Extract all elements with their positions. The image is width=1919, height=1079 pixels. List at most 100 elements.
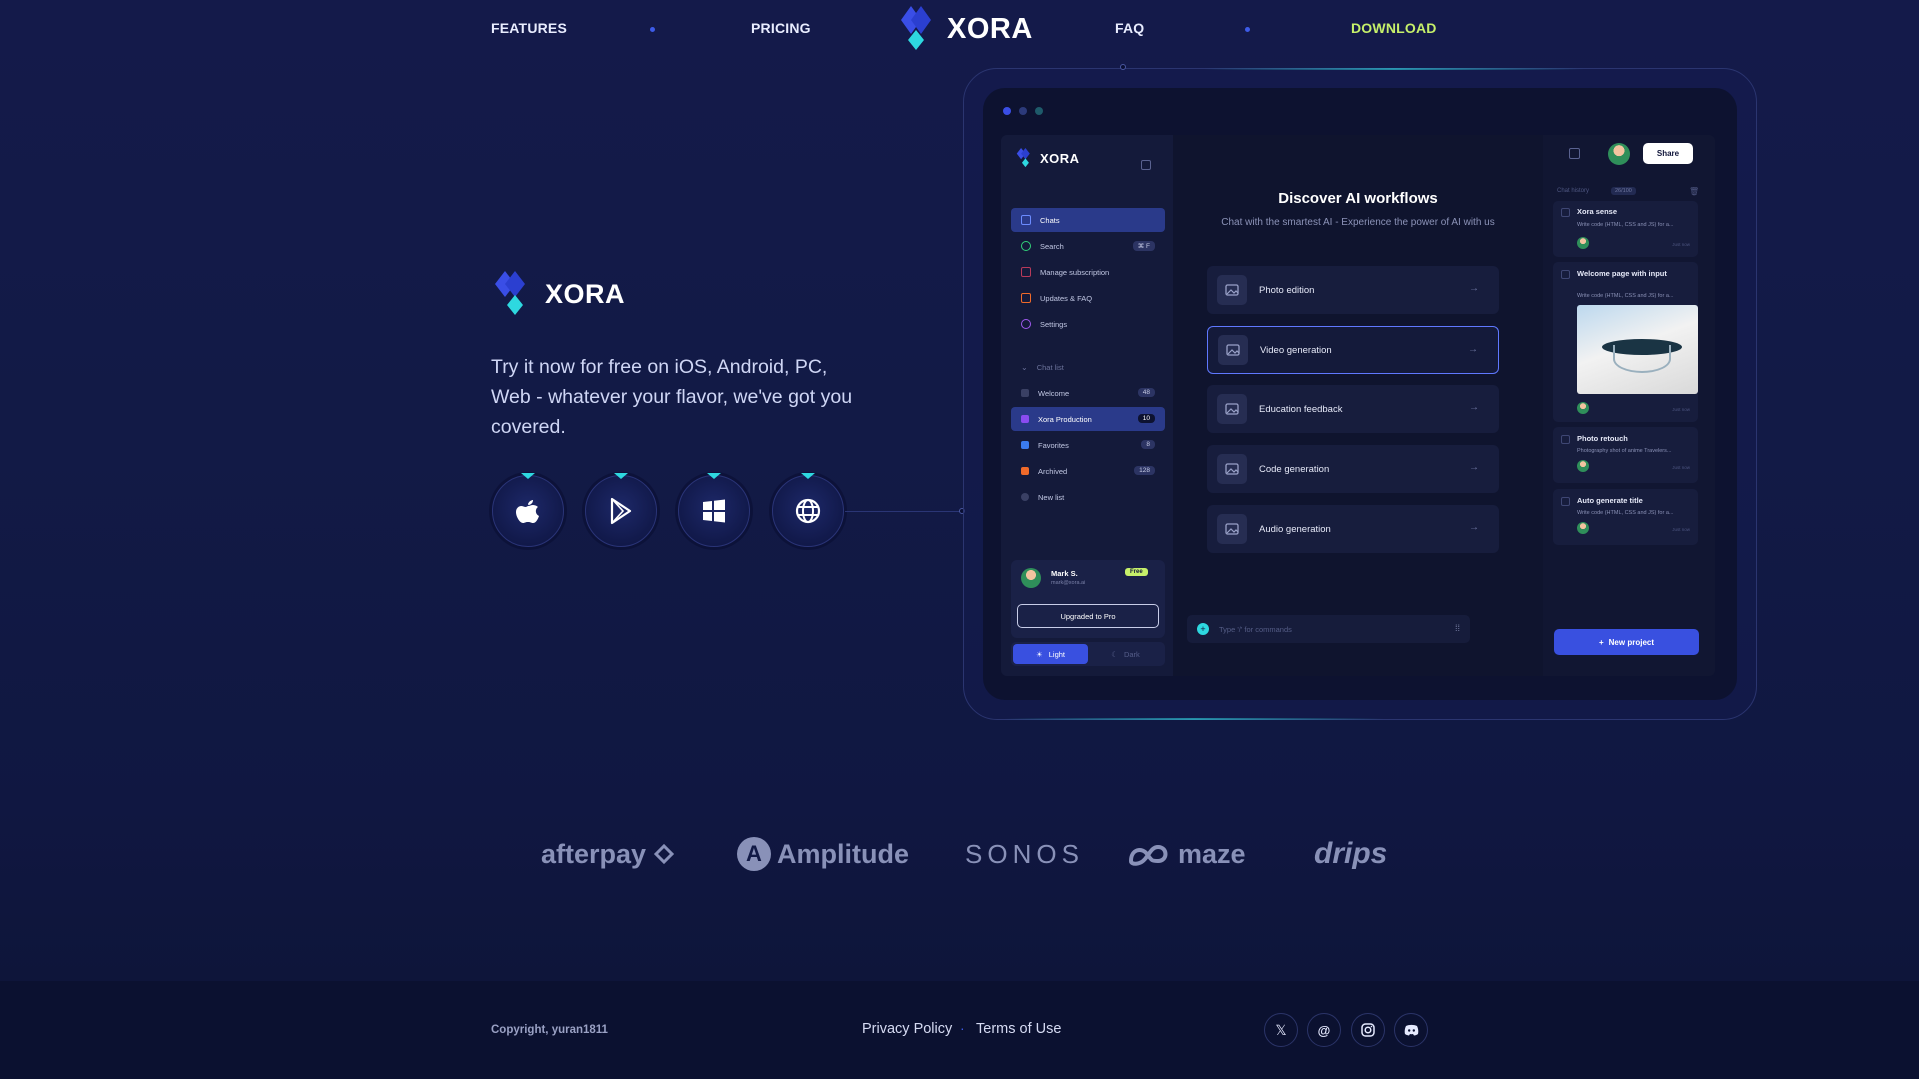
workflow-label: Audio generation [1259, 523, 1331, 535]
app-sidebar: XORA Chats Search ⌘ F Manage subscriptio… [1001, 135, 1173, 676]
checkbox[interactable] [1561, 208, 1570, 217]
hero-brand-text: XORA [545, 278, 626, 309]
history-title: Auto generate title [1577, 496, 1643, 505]
history-item[interactable]: Welcome page with input Write code (HTML… [1553, 262, 1698, 422]
window-dot [1003, 107, 1011, 115]
google-play-icon [610, 497, 632, 525]
app-brand-text: XORA [1040, 150, 1080, 166]
chat-count-badge: 128 [1134, 466, 1155, 475]
search-shortcut: ⌘ F [1132, 241, 1155, 251]
sidebar-item-label: Settings [1040, 319, 1068, 329]
workflow-photo-edition[interactable]: Photo edition → [1207, 266, 1499, 314]
nav-download[interactable]: DOWNLOAD [1351, 20, 1437, 36]
trash-icon[interactable]: 🗑 [1689, 187, 1699, 196]
new-project-button[interactable]: + New project [1554, 629, 1699, 655]
plus-icon[interactable]: + [1197, 623, 1209, 635]
threads-icon: @ [1317, 1022, 1331, 1038]
sidebar-item-chats[interactable]: Chats [1011, 208, 1165, 232]
history-item[interactable]: Xora sense Write code (HTML, CSS and JS)… [1553, 201, 1698, 257]
share-button[interactable]: Share [1643, 143, 1693, 164]
chat-list-new[interactable]: New list [1011, 485, 1165, 509]
nav-features[interactable]: FEATURES [491, 20, 567, 36]
workflow-video-generation[interactable]: Video generation → [1207, 326, 1499, 374]
checkbox[interactable] [1561, 497, 1570, 506]
windows-store-button[interactable] [678, 473, 750, 547]
plus-icon: + [1598, 637, 1604, 647]
plus-icon [1021, 493, 1029, 501]
chat-list-item[interactable]: Archived 128 [1011, 459, 1165, 483]
sidebar-item-updates[interactable]: Updates & FAQ [1011, 286, 1165, 310]
checkbox[interactable] [1561, 435, 1570, 444]
avatar [1577, 402, 1589, 414]
chat-count-badge: 48 [1137, 388, 1155, 397]
afterpay-icon [653, 843, 675, 865]
sidebar-item-label: Search [1040, 241, 1064, 251]
command-input[interactable]: + Type '/' for commands ⁞⁞ [1187, 615, 1470, 643]
sidebar-item-label: Chats [1040, 215, 1060, 225]
history-title: Xora sense [1577, 207, 1618, 216]
nav-divider-dot [650, 27, 655, 32]
chat-list-label: Welcome [1038, 388, 1070, 398]
app-logo: XORA [1015, 148, 1080, 168]
nav-pricing[interactable]: PRICING [751, 20, 811, 36]
app-store-button[interactable] [492, 473, 564, 547]
instagram-social-button[interactable] [1351, 1013, 1385, 1047]
timestamp: Just now [1672, 242, 1690, 247]
history-item[interactable]: Auto generate title Write code (HTML, CS… [1553, 489, 1698, 545]
web-app-button[interactable] [772, 473, 844, 547]
partner-name: SONOS [965, 838, 1084, 869]
checkbox[interactable] [1561, 270, 1570, 279]
partner-logo-sonos: SONOS [965, 836, 1084, 872]
sidebar-item-search[interactable]: Search ⌘ F [1011, 234, 1165, 258]
window-dot [1035, 107, 1043, 115]
theme-dark-button[interactable]: ☾ Dark [1088, 644, 1163, 664]
workflow-education-feedback[interactable]: Education feedback → [1207, 385, 1499, 433]
sidebar-toggle-icon[interactable] [1141, 160, 1151, 170]
arrow-right-icon: → [1468, 344, 1478, 355]
avatar [1577, 237, 1589, 249]
privacy-policy-link[interactable]: Privacy Policy [862, 1021, 952, 1037]
workflow-code-generation[interactable]: Code generation → [1207, 445, 1499, 493]
theme-toggle: ☀ Light ☾ Dark [1011, 642, 1165, 666]
x-social-button[interactable]: 𝕏 [1264, 1013, 1298, 1047]
chat-list-item[interactable]: Favorites 8 [1011, 433, 1165, 457]
upgrade-button[interactable]: Upgraded to Pro [1017, 604, 1159, 628]
timestamp: Just now [1672, 527, 1690, 532]
timestamp: Just now [1672, 465, 1690, 470]
theme-light-button[interactable]: ☀ Light [1013, 644, 1088, 664]
new-window-icon[interactable] [1569, 148, 1580, 159]
nav-faq[interactable]: FAQ [1115, 20, 1144, 36]
nav-logo[interactable]: XORA [893, 6, 1033, 52]
sidebar-item-settings[interactable]: Settings [1011, 312, 1165, 336]
chat-list-header[interactable]: ⌄ Chat list [1011, 355, 1165, 379]
chat-icon [1021, 215, 1031, 225]
image-icon [1218, 335, 1248, 365]
main-subtitle: Chat with the smartest AI - Experience t… [1221, 217, 1495, 228]
arrow-right-icon: → [1469, 283, 1479, 294]
workflow-audio-generation[interactable]: Audio generation → [1207, 505, 1499, 553]
terms-of-use-link[interactable]: Terms of Use [976, 1021, 1061, 1037]
preview-image [1577, 305, 1698, 394]
app-main: Discover AI workflows Chat with the smar… [1173, 135, 1543, 676]
chat-list-item[interactable]: Welcome 48 [1011, 381, 1165, 405]
sun-icon: ☀ [1036, 649, 1043, 659]
chat-list-item[interactable]: Xora Production 10 [1011, 407, 1165, 431]
sidebar-item-subscription[interactable]: Manage subscription [1011, 260, 1165, 284]
threads-social-button[interactable]: @ [1307, 1013, 1341, 1047]
sidebar-item-label: Manage subscription [1040, 267, 1110, 277]
chat-list-label: Favorites [1038, 440, 1069, 450]
chat-count-badge: 8 [1141, 440, 1155, 449]
voice-icon[interactable]: ⁞⁞ [1455, 623, 1460, 633]
avatar[interactable] [1608, 143, 1630, 165]
avatar [1577, 522, 1589, 534]
apple-icon [516, 500, 539, 523]
google-play-button[interactable] [585, 473, 657, 547]
history-item[interactable]: Photo retouch Photography shot of anime … [1553, 427, 1698, 483]
chat-history-label: Chat history [1557, 188, 1590, 194]
discord-social-button[interactable] [1394, 1013, 1428, 1047]
chat-count-badge: 10 [1137, 414, 1155, 423]
workflow-label: Education feedback [1259, 403, 1343, 415]
chat-list-label: Archived [1038, 466, 1068, 476]
user-email: mark@xora.ai [1051, 580, 1086, 586]
xora-logo-icon [901, 6, 931, 50]
